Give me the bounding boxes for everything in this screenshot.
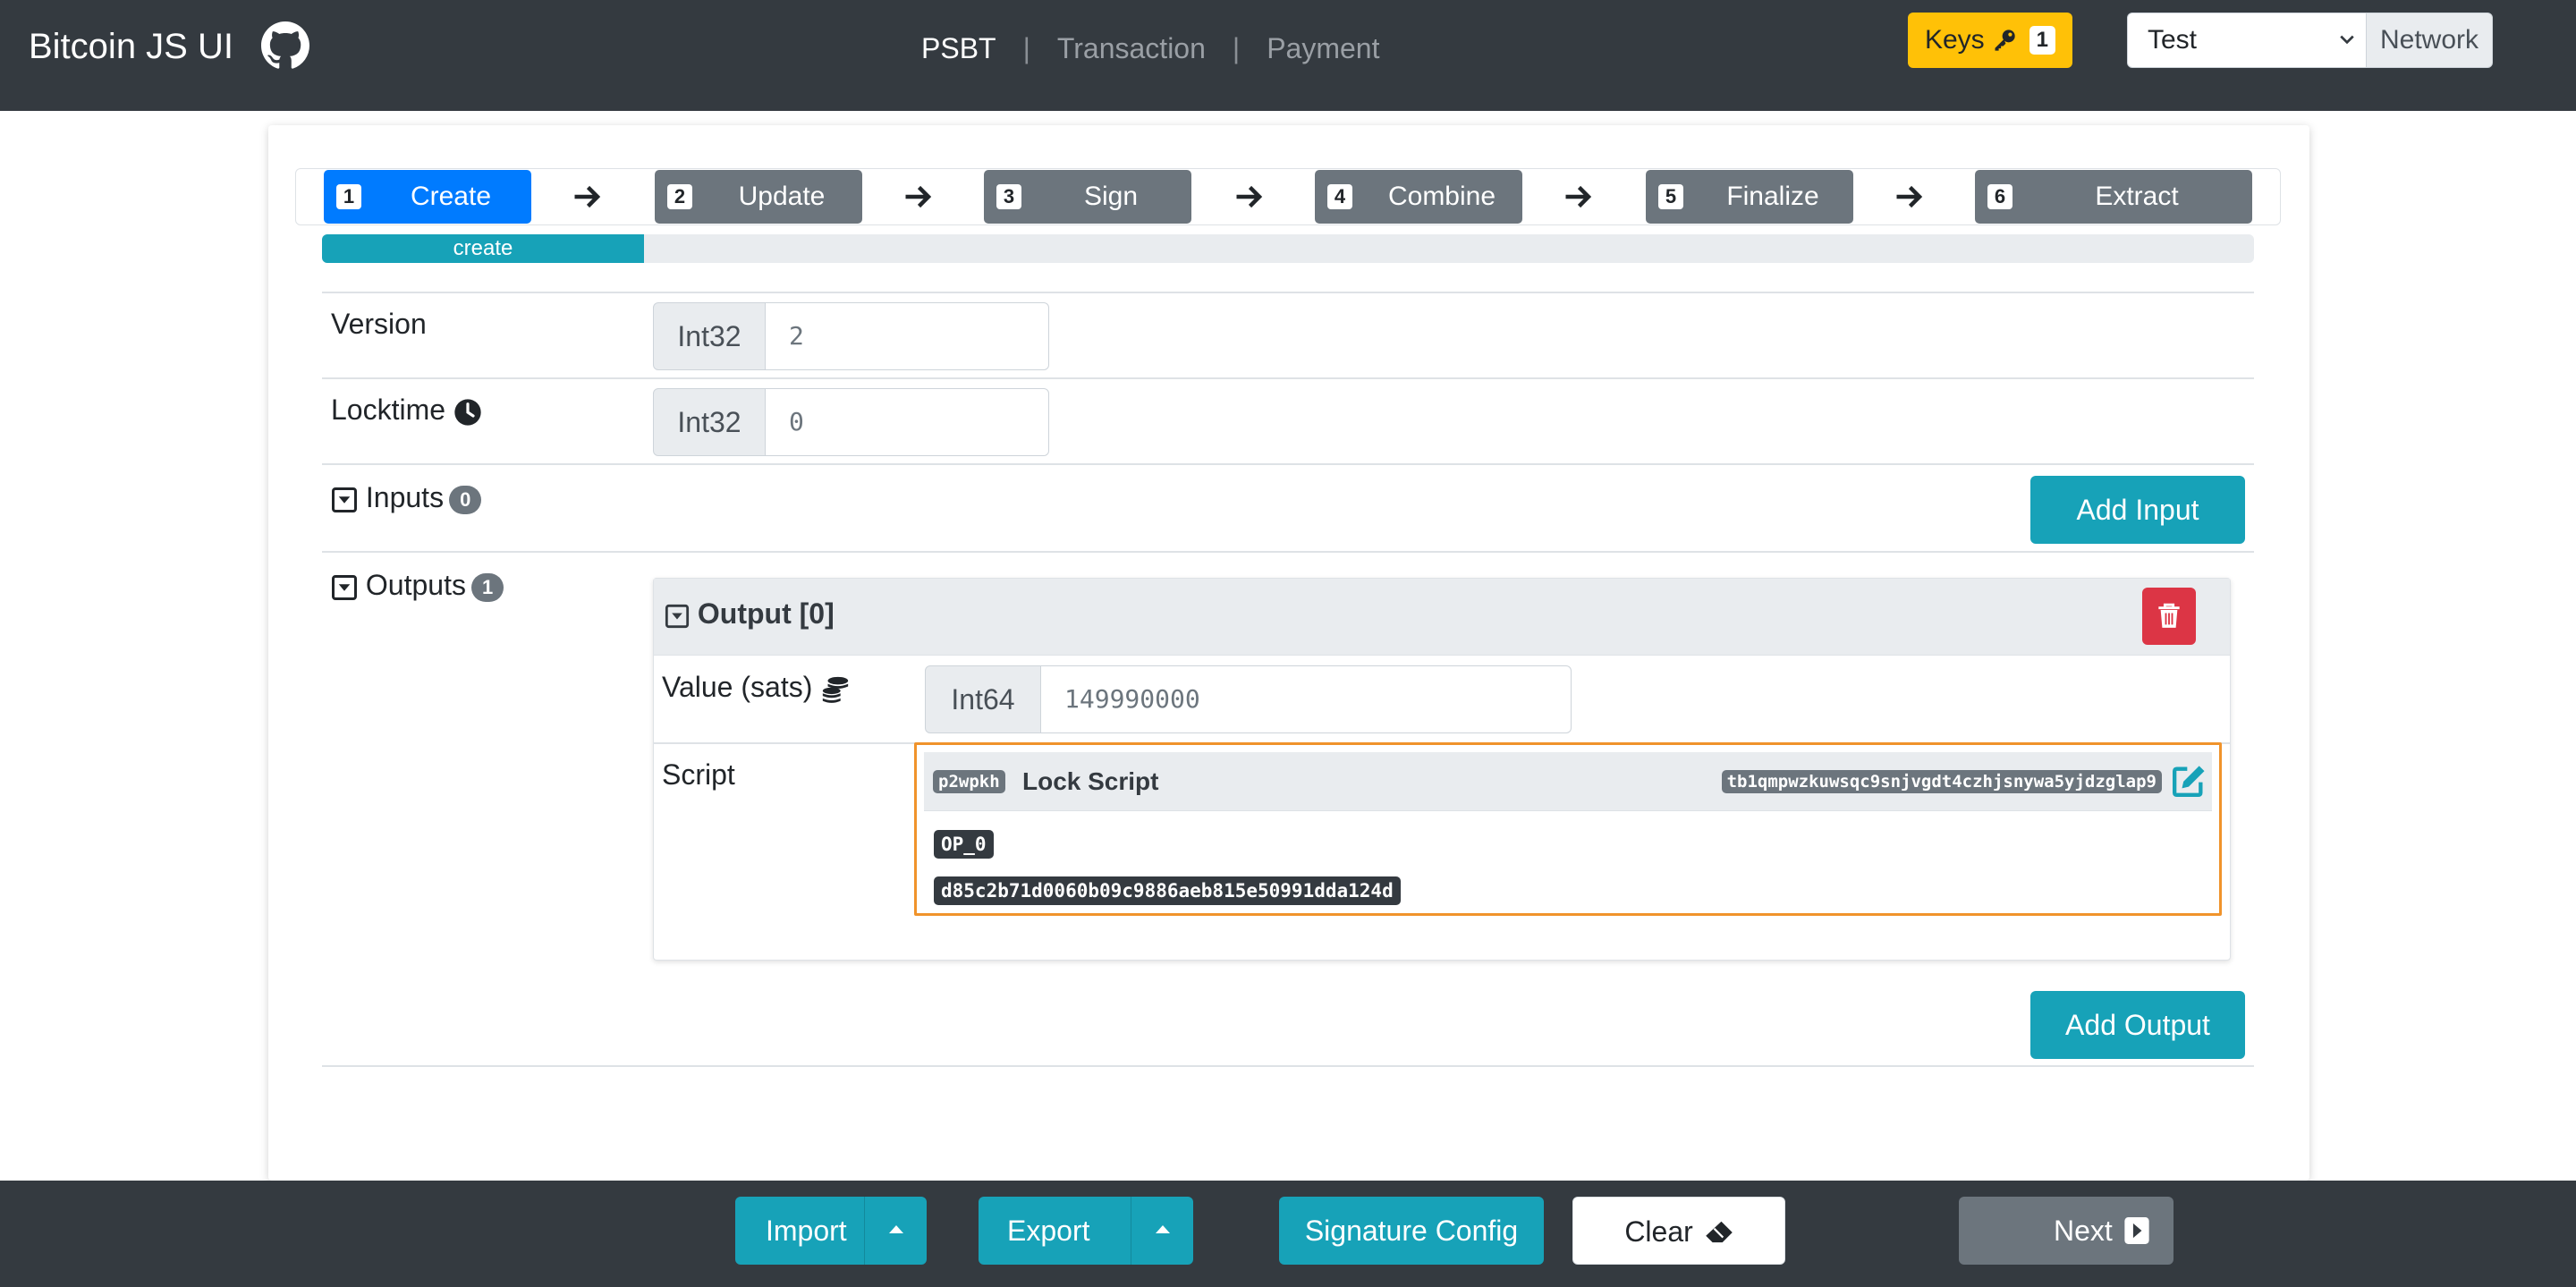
address-badge: tb1qmpwzkuwsqc9snjvgdt4czhjsnywa5yjdzgla… xyxy=(1721,770,2162,793)
step-finalize-button[interactable]: 5 Finalize xyxy=(1646,170,1853,224)
main-nav: PSBT | Transaction | Payment xyxy=(921,29,1379,68)
progress-bar: create xyxy=(322,234,2254,263)
app-title[interactable]: Bitcoin JS UI xyxy=(29,25,233,68)
divider xyxy=(322,463,2254,465)
divider xyxy=(322,551,2254,553)
value-label-text: Value (sats) xyxy=(662,671,813,703)
import-button[interactable]: Import xyxy=(735,1197,927,1265)
arrow-right-icon xyxy=(905,185,932,208)
lock-script-header: p2wpkh Lock Script tb1qmpwzkuwsqc9snjvgd… xyxy=(924,752,2212,811)
add-output-button[interactable]: Add Output xyxy=(2030,991,2245,1059)
arrow-right-icon xyxy=(1236,185,1263,208)
next-button[interactable]: Next xyxy=(1959,1197,2174,1265)
lock-script-title: Lock Script xyxy=(1022,767,1159,795)
export-button[interactable]: Export xyxy=(979,1197,1193,1265)
network-select[interactable]: Test xyxy=(2127,13,2367,68)
outputs-toggle[interactable]: Outputs 1 xyxy=(331,567,504,603)
divider xyxy=(322,377,2254,379)
caret-up-icon xyxy=(889,1225,903,1233)
step-create-button[interactable]: 1 Create xyxy=(324,170,531,224)
caret-square-down-icon xyxy=(665,604,690,628)
arrow-right-icon xyxy=(1896,185,1923,208)
script-type-badge: p2wpkh xyxy=(933,770,1005,793)
chevron-down-icon xyxy=(2340,35,2354,45)
step-number: 3 xyxy=(996,184,1021,209)
version-type-prefix: Int32 xyxy=(653,302,766,370)
edit-icon[interactable] xyxy=(2171,763,2207,799)
outputs-count-badge: 1 xyxy=(470,572,504,602)
step-sign-button[interactable]: 3 Sign xyxy=(984,170,1191,224)
arrow-right-icon xyxy=(574,185,601,208)
caret-up-icon xyxy=(1156,1225,1170,1233)
keys-button[interactable]: Keys 1 xyxy=(1908,13,2072,68)
inputs-label: Inputs xyxy=(365,481,445,513)
export-label: Export xyxy=(1007,1215,1090,1247)
inputs-toggle[interactable]: Inputs 0 xyxy=(331,479,482,515)
delete-output-button[interactable] xyxy=(2142,588,2196,645)
step-label: Update xyxy=(738,182,826,211)
step-update-button[interactable]: 2 Update xyxy=(655,170,862,224)
caret-square-down-icon xyxy=(332,487,357,512)
divider xyxy=(322,292,2254,293)
step-number: 6 xyxy=(1987,184,2012,209)
step-label: Extract xyxy=(2095,182,2179,211)
divider xyxy=(322,1065,2254,1067)
nav-link-payment[interactable]: Payment xyxy=(1267,32,1379,64)
step-label: Sign xyxy=(1083,182,1139,211)
nav-separator: | xyxy=(1022,32,1030,64)
value-input[interactable]: 149990000 xyxy=(1040,665,1572,733)
caret-square-down-icon xyxy=(332,574,357,600)
key-icon xyxy=(1995,30,2015,51)
script-op-badge: OP_0 xyxy=(934,830,994,859)
locktime-type-prefix: Int32 xyxy=(653,388,766,456)
keys-count-badge: 1 xyxy=(2029,26,2056,55)
step-number: 5 xyxy=(1658,184,1683,209)
step-label: Finalize xyxy=(1726,182,1819,211)
step-number: 4 xyxy=(1327,184,1352,209)
signature-config-button[interactable]: Signature Config xyxy=(1279,1197,1544,1265)
network-selected-value: Test xyxy=(2148,25,2198,55)
trash-icon xyxy=(2158,603,2180,628)
value-label: Value (sats) xyxy=(662,669,851,705)
nav-separator: | xyxy=(1232,32,1241,64)
value-type-prefix: Int64 xyxy=(925,665,1041,733)
nav-link-psbt[interactable]: PSBT xyxy=(921,32,996,64)
next-label: Next xyxy=(2054,1215,2113,1247)
locktime-input[interactable]: 0 xyxy=(765,388,1049,456)
version-input[interactable]: 2 xyxy=(765,302,1049,370)
nav-link-transaction[interactable]: Transaction xyxy=(1057,32,1206,64)
arrow-right-icon xyxy=(1565,185,1592,208)
coins-icon xyxy=(823,676,849,703)
step-label: Create xyxy=(410,182,492,211)
output-card-header: Output [0] xyxy=(654,579,2230,656)
locktime-label: Locktime xyxy=(331,392,482,428)
version-label: Version xyxy=(331,308,427,340)
clear-button[interactable]: Clear xyxy=(1572,1197,1785,1265)
top-navbar: Bitcoin JS UI PSBT | Transaction | Payment K… xyxy=(0,0,2576,111)
clock-icon xyxy=(454,398,481,426)
script-data-badge: d85c2b71d0060b09c9886aeb815e50991dda124d xyxy=(934,876,1401,905)
step-number: 2 xyxy=(667,184,692,209)
export-dropdown-toggle[interactable] xyxy=(1131,1197,1193,1265)
import-dropdown-toggle[interactable] xyxy=(864,1197,927,1265)
github-icon[interactable] xyxy=(261,21,309,70)
network-label: Network xyxy=(2366,13,2493,68)
outputs-label: Outputs xyxy=(365,569,466,601)
step-combine-button[interactable]: 4 Combine xyxy=(1315,170,1522,224)
step-label: Combine xyxy=(1387,182,1496,211)
caret-square-right-icon xyxy=(2124,1217,2149,1244)
progress-fill: create xyxy=(322,234,645,263)
locktime-label-text: Locktime xyxy=(331,394,446,426)
output-card-title: Output [0] xyxy=(697,597,835,630)
add-input-button[interactable]: Add Input xyxy=(2030,476,2245,544)
step-extract-button[interactable]: 6 Extract xyxy=(1975,170,2252,224)
output-card-toggle[interactable]: Output [0] xyxy=(665,591,835,636)
step-number: 1 xyxy=(336,184,361,209)
inputs-count-badge: 0 xyxy=(449,485,482,514)
clear-label: Clear xyxy=(1624,1215,1693,1248)
script-label: Script xyxy=(662,758,735,791)
import-label: Import xyxy=(766,1215,847,1247)
keys-label: Keys xyxy=(1924,25,1985,55)
eraser-icon xyxy=(1705,1221,1733,1242)
